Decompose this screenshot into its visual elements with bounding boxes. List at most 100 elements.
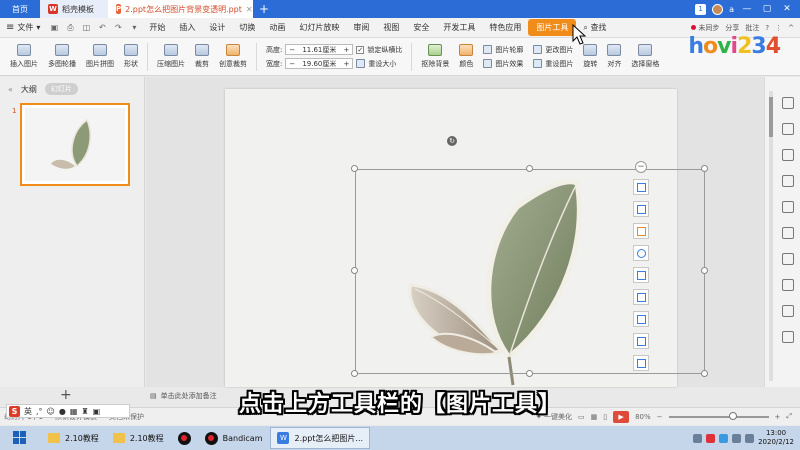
chart-icon[interactable] — [782, 279, 794, 291]
resize-handle[interactable] — [526, 370, 533, 377]
menu-view[interactable]: 视图 — [376, 22, 406, 33]
creative-crop-button[interactable]: 创意裁剪 — [215, 44, 251, 69]
insert-picture-button[interactable]: 插入图片 — [6, 44, 42, 69]
lock-ratio-checkbox[interactable]: ✓ 锁定纵横比 — [356, 45, 402, 55]
slide-canvas[interactable]: ↻ — [225, 89, 708, 387]
customize-icon[interactable]: ▾ — [128, 22, 140, 34]
crop-float-button[interactable] — [633, 179, 649, 195]
redo-icon[interactable]: ↷ — [112, 22, 124, 34]
carousel-button[interactable]: 多图轮播 — [44, 44, 80, 69]
close-window-icon[interactable]: ✕ — [780, 4, 794, 14]
tab-docer-templates[interactable]: W 稻壳模板 — [40, 0, 108, 18]
settings-icon[interactable] — [782, 331, 794, 343]
resize-handle[interactable] — [701, 165, 708, 172]
menu-slideshow[interactable]: 幻灯片放映 — [292, 22, 346, 33]
picture-effect-button[interactable]: 图片效果 — [483, 59, 523, 69]
undo-icon[interactable]: ↶ — [96, 22, 108, 34]
tab-document[interactable]: P 2.ppt怎么把图片背景变透明.ppt ✕ — [108, 0, 253, 18]
transition-icon[interactable] — [782, 253, 794, 265]
close-tab-icon[interactable]: ✕ — [246, 5, 253, 14]
start-button[interactable] — [0, 427, 40, 449]
picture-float-button[interactable] — [633, 311, 649, 327]
color-button[interactable]: 颜色 — [455, 44, 477, 69]
resize-handle[interactable] — [701, 370, 708, 377]
decrement-icon[interactable]: − — [289, 60, 295, 68]
taskbar-clock[interactable]: 13:00 2020/2/12 — [758, 429, 794, 447]
style-float-button[interactable] — [633, 333, 649, 349]
layers-icon[interactable] — [782, 201, 794, 213]
taskbar-recorder[interactable] — [172, 427, 197, 449]
network-icon[interactable] — [732, 433, 742, 443]
resize-handle[interactable] — [351, 267, 358, 274]
increment-icon[interactable]: + — [343, 60, 349, 68]
share-button[interactable]: 分享 — [725, 23, 739, 33]
menu-animation[interactable]: 动画 — [262, 22, 292, 33]
border-float-button[interactable] — [633, 355, 649, 371]
zoom-float-button[interactable] — [633, 245, 649, 261]
tab-outline[interactable]: 大纲 — [21, 84, 37, 95]
resize-handle[interactable] — [351, 370, 358, 377]
remove-bg-float-button[interactable] — [633, 201, 649, 217]
picture-outline-button[interactable]: 图片轮廓 — [483, 45, 523, 55]
increment-icon[interactable]: + — [343, 46, 349, 54]
menu-picture-tools[interactable]: 图片工具 — [528, 19, 577, 36]
collapse-panel-icon[interactable]: « — [8, 85, 13, 94]
width-stepper[interactable]: −19.60厘米 + — [285, 58, 354, 69]
help-icon[interactable]: ? — [765, 24, 769, 32]
taskbar-wps[interactable]: W 2.ppt怎么把图片... — [270, 427, 371, 449]
menu-design[interactable]: 设计 — [202, 22, 232, 33]
grid-float-button[interactable] — [633, 267, 649, 283]
sync-status[interactable]: 未同步 — [691, 23, 719, 33]
backup-icon[interactable] — [782, 305, 794, 317]
compress-picture-button[interactable]: 压缩图片 — [153, 44, 189, 69]
notification-badge[interactable]: 1 — [695, 3, 707, 15]
change-picture-button[interactable]: 更改图片 — [533, 45, 573, 55]
menu-insert[interactable]: 插入 — [172, 22, 202, 33]
preview-icon[interactable]: ◫ — [80, 22, 92, 34]
collage-button[interactable]: 图片拼图 — [82, 44, 118, 69]
collapse-toolbar-icon[interactable]: − — [635, 161, 647, 173]
collapse-ribbon-icon[interactable]: ^ — [788, 24, 794, 32]
rotate-button[interactable]: 旋转 — [579, 44, 601, 69]
align-button[interactable]: 对齐 — [603, 44, 625, 69]
crop-button[interactable]: 裁剪 — [191, 44, 213, 69]
volume-icon[interactable] — [745, 433, 755, 443]
slide-thumbnail[interactable] — [20, 103, 130, 186]
menu-transition[interactable]: 切换 — [232, 22, 262, 33]
animation-icon[interactable] — [782, 227, 794, 239]
save-icon[interactable]: ▣ — [48, 22, 60, 34]
resize-handle[interactable] — [526, 165, 533, 172]
avatar[interactable] — [712, 3, 724, 15]
scrollbar-thumb[interactable] — [769, 97, 773, 137]
taskbar-folder-2[interactable]: 2.10教程 — [107, 427, 170, 449]
file-menu[interactable]: ≡ 文件 ▾ — [0, 22, 46, 33]
selection-pane-button[interactable]: 选择窗格 — [627, 44, 663, 69]
height-stepper[interactable]: −11.61厘米 + — [285, 44, 354, 55]
menu-features[interactable]: 特色应用 — [482, 22, 528, 33]
resize-handle[interactable] — [701, 267, 708, 274]
menu-developer[interactable]: 开发工具 — [436, 22, 482, 33]
layout-float-button[interactable] — [633, 223, 649, 239]
resize-handle[interactable] — [351, 165, 358, 172]
tab-slides[interactable]: 幻灯片 — [44, 83, 78, 95]
minimize-icon[interactable]: — — [740, 4, 754, 14]
menu-security[interactable]: 安全 — [406, 22, 436, 33]
print-icon[interactable]: ⎙ — [64, 22, 76, 34]
reset-picture-button[interactable]: 重设图片 — [533, 59, 573, 69]
format-icon[interactable] — [782, 123, 794, 135]
tray-app-icon[interactable] — [693, 433, 703, 443]
reset-size-button[interactable]: 重设大小 — [356, 59, 396, 69]
select-icon[interactable] — [782, 97, 794, 109]
tray-app-icon[interactable] — [706, 433, 716, 443]
decrement-icon[interactable]: − — [289, 46, 295, 54]
replace-float-button[interactable] — [633, 289, 649, 305]
taskbar-folder-1[interactable]: 2.10教程 — [42, 427, 105, 449]
tab-home[interactable]: 首页 — [0, 0, 40, 18]
more-icon[interactable]: ⋮ — [775, 24, 782, 32]
menu-review[interactable]: 审阅 — [346, 22, 376, 33]
tray-app-icon[interactable] — [719, 433, 729, 443]
taskbar-bandicam[interactable]: Bandicam — [199, 427, 269, 449]
rotate-handle-icon[interactable]: ↻ — [447, 136, 457, 146]
new-tab-button[interactable]: + — [253, 0, 275, 18]
remove-background-button[interactable]: 抠除背景 — [417, 44, 453, 69]
